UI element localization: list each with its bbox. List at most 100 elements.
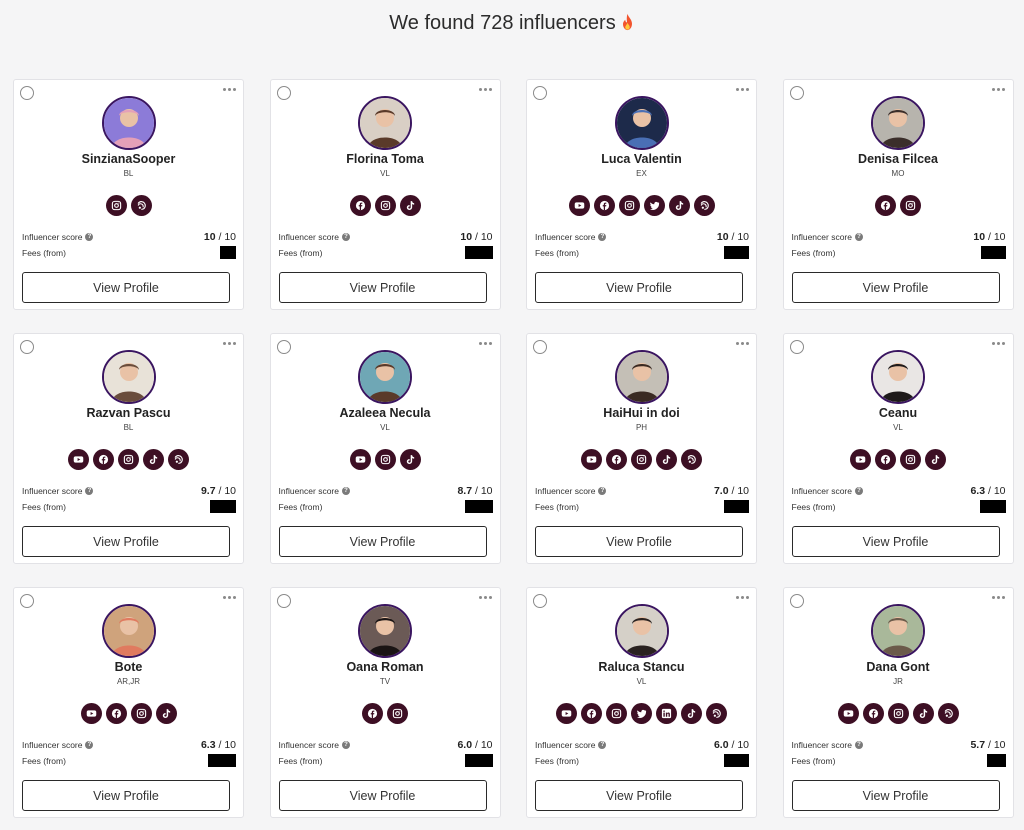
select-checkbox[interactable]: [789, 594, 804, 608]
more-options-icon[interactable]: [222, 86, 236, 92]
facebook-icon[interactable]: [93, 449, 114, 470]
select-checkbox[interactable]: [20, 594, 34, 608]
instagram-icon[interactable]: [618, 195, 640, 216]
youtube-icon[interactable]: [837, 703, 859, 724]
tiktok-icon[interactable]: [399, 449, 421, 470]
instagram-icon[interactable]: [900, 449, 921, 470]
tiktok-icon[interactable]: [155, 703, 177, 724]
more-options-icon[interactable]: [222, 594, 236, 600]
podcast-icon[interactable]: [130, 195, 152, 216]
instagram-icon[interactable]: [900, 195, 921, 216]
info-icon[interactable]: ?: [854, 741, 863, 749]
facebook-icon[interactable]: [862, 703, 884, 724]
podcast-icon[interactable]: [693, 195, 715, 216]
more-options-icon[interactable]: [735, 340, 749, 346]
facebook-icon[interactable]: [875, 195, 896, 216]
fees-label: Fees (from): [535, 755, 579, 766]
podcast-icon[interactable]: [706, 703, 727, 724]
select-checkbox[interactable]: [533, 594, 547, 608]
more-options-icon[interactable]: [222, 340, 236, 346]
select-checkbox[interactable]: [533, 340, 547, 354]
facebook-icon[interactable]: [593, 195, 615, 216]
instagram-icon[interactable]: [606, 703, 627, 724]
tiktok-icon[interactable]: [681, 703, 702, 724]
podcast-icon[interactable]: [681, 449, 702, 470]
view-profile-button[interactable]: View Profile: [535, 780, 743, 811]
linkedin-icon[interactable]: [656, 703, 677, 724]
twitter-icon[interactable]: [631, 703, 652, 724]
more-options-icon[interactable]: [479, 594, 493, 600]
select-checkbox[interactable]: [789, 86, 804, 100]
tiktok-icon[interactable]: [399, 195, 421, 216]
select-checkbox[interactable]: [20, 86, 34, 100]
select-checkbox[interactable]: [789, 340, 804, 354]
more-options-icon[interactable]: [992, 594, 1006, 600]
view-profile-button[interactable]: View Profile: [278, 780, 487, 811]
fees-label: Fees (from): [22, 755, 66, 766]
view-profile-button[interactable]: View Profile: [535, 272, 743, 303]
info-icon[interactable]: ?: [85, 233, 94, 241]
info-icon[interactable]: ?: [341, 741, 350, 749]
view-profile-button[interactable]: View Profile: [791, 272, 1000, 303]
facebook-icon[interactable]: [349, 195, 371, 216]
facebook-icon[interactable]: [362, 703, 383, 724]
more-options-icon[interactable]: [479, 86, 493, 92]
youtube-icon[interactable]: [568, 195, 590, 216]
view-profile-button[interactable]: View Profile: [22, 780, 230, 811]
influencer-grid: SinzianaSooper BL Influencer score? 10 /…: [13, 79, 1014, 818]
youtube-icon[interactable]: [556, 703, 577, 724]
select-checkbox[interactable]: [276, 594, 291, 608]
select-checkbox[interactable]: [276, 340, 291, 354]
instagram-icon[interactable]: [387, 703, 408, 724]
facebook-icon[interactable]: [606, 449, 627, 470]
podcast-icon[interactable]: [937, 703, 959, 724]
youtube-icon[interactable]: [80, 703, 102, 724]
facebook-icon[interactable]: [581, 703, 602, 724]
instagram-icon[interactable]: [105, 195, 127, 216]
instagram-icon[interactable]: [374, 195, 396, 216]
twitter-icon[interactable]: [643, 195, 665, 216]
select-checkbox[interactable]: [533, 86, 547, 100]
more-options-icon[interactable]: [735, 594, 749, 600]
more-options-icon[interactable]: [479, 340, 493, 346]
view-profile-button[interactable]: View Profile: [22, 526, 230, 557]
info-icon[interactable]: ?: [85, 487, 94, 495]
tiktok-icon[interactable]: [925, 449, 946, 470]
info-icon[interactable]: ?: [854, 487, 863, 495]
youtube-icon[interactable]: [68, 449, 89, 470]
view-profile-button[interactable]: View Profile: [791, 780, 1000, 811]
view-profile-button[interactable]: View Profile: [22, 272, 230, 303]
info-icon[interactable]: ?: [854, 233, 863, 241]
youtube-icon[interactable]: [349, 449, 371, 470]
select-checkbox[interactable]: [276, 86, 291, 100]
tiktok-icon[interactable]: [912, 703, 934, 724]
info-icon[interactable]: ?: [598, 741, 607, 749]
info-icon[interactable]: ?: [85, 741, 94, 749]
view-profile-button[interactable]: View Profile: [278, 526, 487, 557]
tiktok-icon[interactable]: [143, 449, 164, 470]
more-options-icon[interactable]: [735, 86, 749, 92]
tiktok-icon[interactable]: [668, 195, 690, 216]
social-icons: [271, 195, 500, 216]
tiktok-icon[interactable]: [656, 449, 677, 470]
podcast-icon[interactable]: [168, 449, 189, 470]
youtube-icon[interactable]: [581, 449, 602, 470]
more-options-icon[interactable]: [992, 86, 1006, 92]
facebook-icon[interactable]: [875, 449, 896, 470]
facebook-icon[interactable]: [105, 703, 127, 724]
instagram-icon[interactable]: [887, 703, 909, 724]
view-profile-button[interactable]: View Profile: [535, 526, 743, 557]
instagram-icon[interactable]: [130, 703, 152, 724]
youtube-icon[interactable]: [850, 449, 871, 470]
info-icon[interactable]: ?: [341, 233, 350, 241]
view-profile-button[interactable]: View Profile: [791, 526, 1000, 557]
more-options-icon[interactable]: [992, 340, 1006, 346]
select-checkbox[interactable]: [20, 340, 34, 354]
instagram-icon[interactable]: [374, 449, 396, 470]
instagram-icon[interactable]: [631, 449, 652, 470]
info-icon[interactable]: ?: [598, 487, 607, 495]
info-icon[interactable]: ?: [598, 233, 607, 241]
info-icon[interactable]: ?: [341, 487, 350, 495]
instagram-icon[interactable]: [118, 449, 139, 470]
view-profile-button[interactable]: View Profile: [278, 272, 487, 303]
